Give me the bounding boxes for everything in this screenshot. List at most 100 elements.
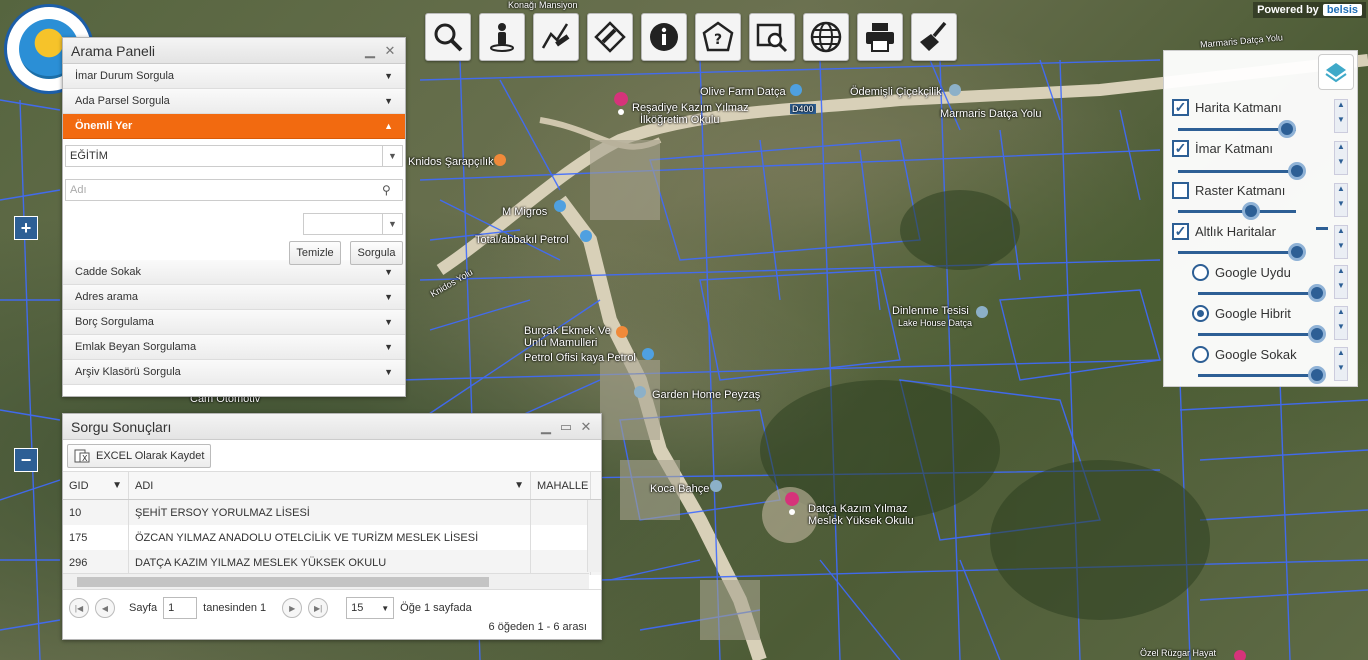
prev-page-button[interactable]: ◀ xyxy=(95,598,115,618)
checkbox-unchecked[interactable] xyxy=(1172,182,1189,199)
onemli-yer-body: EĞİTİM ▼ Adı ⚲ ▼ Temizle Sorgula xyxy=(63,139,405,265)
draw-area-tool-button[interactable] xyxy=(587,13,633,61)
layer-harita[interactable]: ✓ Harita Katmanı xyxy=(1172,99,1282,116)
search-tool-button[interactable] xyxy=(425,13,471,61)
column-header-adi[interactable]: ADI ▼ xyxy=(129,472,531,499)
info-icon xyxy=(650,23,678,51)
accordion-arsiv-klasoru[interactable]: Arşiv Klasörü Sorgula ▼ xyxy=(63,360,405,385)
filter-icon[interactable]: ▼ xyxy=(514,480,524,491)
minimize-button[interactable]: ▁ xyxy=(539,419,553,435)
opacity-slider[interactable] xyxy=(1178,120,1296,138)
page-size-select[interactable]: 15 ▼ xyxy=(346,597,395,619)
person-tool-button[interactable] xyxy=(479,13,525,61)
opacity-slider[interactable] xyxy=(1178,243,1306,261)
basemap-google-sokak[interactable]: Google Sokak xyxy=(1192,346,1297,363)
close-button[interactable]: ✕ xyxy=(383,43,397,59)
globe-icon xyxy=(810,21,842,53)
opacity-slider[interactable] xyxy=(1178,162,1306,180)
close-button[interactable]: ✕ xyxy=(579,419,593,435)
search-icon[interactable]: ⚲ xyxy=(382,183,402,197)
per-page-label: Öğe 1 sayfada xyxy=(400,602,472,614)
panel-title: Sorgu Sonuçları xyxy=(71,418,172,435)
zoom-window-tool-button[interactable] xyxy=(749,13,795,61)
first-page-button[interactable]: |◀ xyxy=(69,598,89,618)
accordion-imar-durum[interactable]: İmar Durum Sorgula ▼ xyxy=(63,64,405,89)
clear-button[interactable]: Temizle xyxy=(289,241,341,265)
globe-tool-button[interactable] xyxy=(803,13,849,61)
person-icon xyxy=(490,23,514,52)
layer-label: Harita Katmanı xyxy=(1195,100,1282,115)
accordion-emlak-beyan[interactable]: Emlak Beyan Sorgulama ▼ xyxy=(63,335,405,360)
layers-panel: ✓ Harita Katmanı ▲ ▼ ✓ İmar Katmanı ▲ ▼ Ra… xyxy=(1163,50,1358,387)
layer-order-control[interactable]: ▲ ▼ xyxy=(1334,183,1348,217)
layer-raster[interactable]: Raster Katmanı xyxy=(1172,182,1285,199)
print-tool-button[interactable] xyxy=(857,13,903,61)
excel-export-label: EXCEL Olarak Kaydet xyxy=(96,450,205,462)
basemap-google-uydu[interactable]: Google Uydu xyxy=(1192,264,1291,281)
radio-unselected[interactable] xyxy=(1192,346,1209,363)
name-search-input[interactable]: Adı ⚲ xyxy=(65,179,403,201)
checkbox-checked[interactable]: ✓ xyxy=(1172,140,1189,157)
opacity-slider[interactable] xyxy=(1178,202,1296,220)
minimize-button[interactable]: ▁ xyxy=(363,43,377,59)
basemap-label: Google Hibrit xyxy=(1215,306,1291,321)
column-header-gid[interactable]: GID ▼ xyxy=(63,472,129,499)
chevron-down-icon: ▼ xyxy=(384,267,393,277)
accordion-borc-sorgulama[interactable]: Borç Sorgulama ▼ xyxy=(63,310,405,335)
layer-imar[interactable]: ✓ İmar Katmanı xyxy=(1172,140,1273,157)
opacity-slider[interactable] xyxy=(1198,366,1326,384)
checkbox-checked[interactable]: ✓ xyxy=(1172,223,1189,240)
radio-unselected[interactable] xyxy=(1192,264,1209,281)
query-results-panel: Sorgu Sonuçları ▁ ▭ ✕ X EXCEL Olarak Kay… xyxy=(62,413,602,640)
results-grid: GID ▼ ADI ▼ MAHALLE 10 ŞEHİT ERSOY YORULMA… xyxy=(63,472,601,590)
basemap-google-hibrit[interactable]: Google Hibrit xyxy=(1192,305,1291,322)
opacity-slider[interactable] xyxy=(1198,284,1326,302)
measure-tool-button[interactable] xyxy=(533,13,579,61)
cell-adi: ŞEHİT ERSOY YORULMAZ LİSESİ xyxy=(129,500,531,525)
accordion-onemli-yer[interactable]: Önemli Yer ▲ xyxy=(63,114,405,139)
maximize-button[interactable]: ▭ xyxy=(559,419,573,435)
column-header-mahalle[interactable]: MAHALLE xyxy=(531,472,591,499)
layer-order-control[interactable]: ▲ ▼ xyxy=(1334,141,1348,175)
layer-order-control[interactable]: ▲ ▼ xyxy=(1334,347,1348,381)
table-row[interactable]: 10 ŞEHİT ERSOY YORULMAZ LİSESİ xyxy=(63,500,601,525)
last-page-button[interactable]: ▶| xyxy=(308,598,329,618)
scroll-thumb[interactable] xyxy=(77,577,489,587)
table-row[interactable]: 175 ÖZCAN YILMAZ ANADOLU OTELCİLİK VE TU… xyxy=(63,525,601,550)
layer-order-control[interactable]: ▲ ▼ xyxy=(1334,225,1348,259)
next-page-button[interactable]: ▶ xyxy=(282,598,303,618)
vertical-scrollbar[interactable] xyxy=(587,500,601,572)
layer-altlik[interactable]: ✓ Altlık Haritalar xyxy=(1172,223,1276,240)
accordion-adres-arama[interactable]: Adres arama ▼ xyxy=(63,285,405,310)
category-select[interactable]: EĞİTİM ▼ xyxy=(65,145,403,167)
query-button[interactable]: Sorgula xyxy=(350,241,403,265)
filter-icon[interactable]: ▼ xyxy=(112,480,122,491)
clear-icon xyxy=(920,21,947,51)
accordion-ada-parsel[interactable]: Ada Parsel Sorgula ▼ xyxy=(63,89,405,114)
excel-export-button[interactable]: X EXCEL Olarak Kaydet xyxy=(67,444,212,468)
layer-order-control[interactable]: ▲ ▼ xyxy=(1334,306,1348,340)
info-tool-button[interactable] xyxy=(641,13,687,61)
collapse-icon[interactable] xyxy=(1316,227,1328,230)
panel-title: Arama Paneli xyxy=(71,42,156,59)
opacity-slider[interactable] xyxy=(1198,325,1326,343)
zoom-in-button[interactable]: + xyxy=(14,216,38,240)
zoom-out-button[interactable]: − xyxy=(14,448,38,472)
sub-select[interactable]: ▼ xyxy=(303,213,403,235)
checkbox-checked[interactable]: ✓ xyxy=(1172,99,1189,116)
accordion-label: Önemli Yer xyxy=(75,120,133,132)
layer-order-control[interactable]: ▲ ▼ xyxy=(1334,265,1348,299)
table-row[interactable]: 296 DATÇA KAZIM YILMAZ MESLEK YÜKSEK OKU… xyxy=(63,550,601,575)
search-panel-header[interactable]: Arama Paneli ▁ ✕ xyxy=(63,38,405,64)
results-panel-header[interactable]: Sorgu Sonuçları ▁ ▭ ✕ xyxy=(63,414,601,440)
page-input[interactable]: 1 xyxy=(163,597,198,619)
layer-order-control[interactable]: ▲ ▼ xyxy=(1334,99,1348,133)
clear-tool-button[interactable] xyxy=(911,13,957,61)
zoom-window-icon xyxy=(756,23,788,53)
layers-toggle-button[interactable] xyxy=(1318,54,1354,90)
accordion-label: Emlak Beyan Sorgulama xyxy=(75,341,197,353)
chevron-down-icon: ▼ xyxy=(382,214,402,234)
horizontal-scrollbar[interactable] xyxy=(63,573,589,589)
polygon-query-tool-button[interactable]: ? xyxy=(695,13,741,61)
radio-selected[interactable] xyxy=(1192,305,1209,322)
